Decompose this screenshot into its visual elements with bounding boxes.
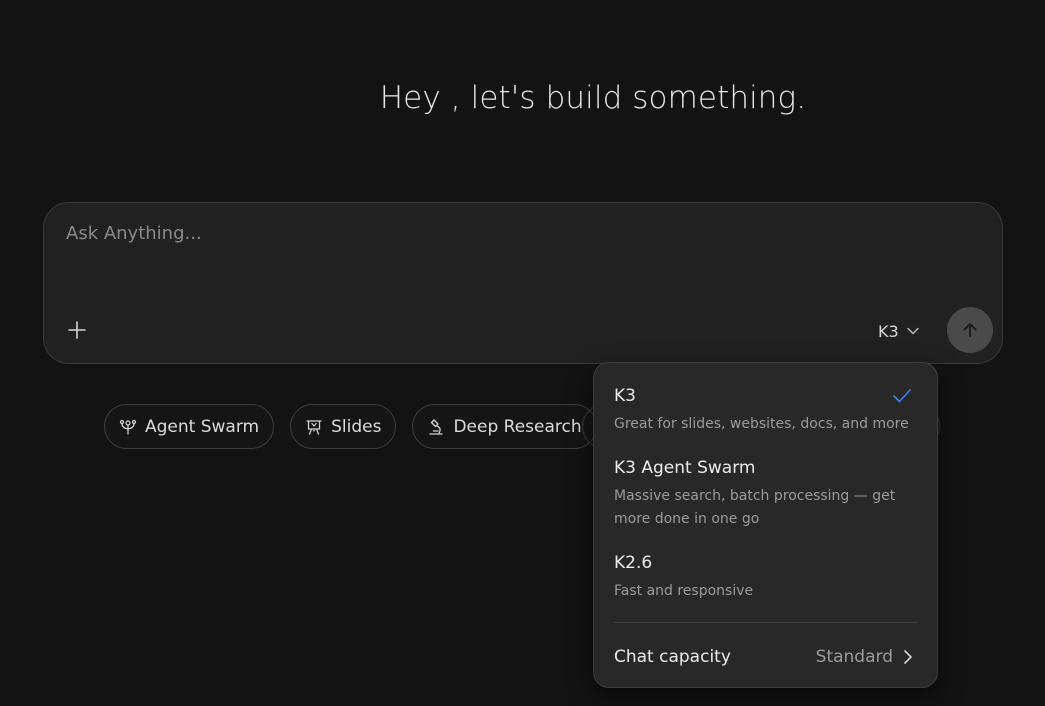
model-selector[interactable]: K3 [878, 317, 920, 345]
prompt-input[interactable] [66, 223, 766, 244]
chip-label: Slides [331, 416, 382, 437]
quick-actions: Agent Swarm Slides Deep Research [104, 404, 597, 449]
arrow-up-icon [963, 323, 977, 337]
model-option-description: Great for slides, websites, docs, and mo… [614, 416, 909, 432]
microscope-icon [429, 418, 444, 435]
model-option-name: K2.6 [614, 553, 653, 573]
model-menu: K3 Great for slides, websites, docs, and… [593, 362, 938, 688]
model-option-name: K3 Agent Swarm [614, 458, 756, 478]
model-option-description: Fast and responsive [614, 583, 754, 599]
send-button[interactable] [947, 307, 993, 353]
slides-icon [306, 419, 322, 435]
chat-composer: K3 [43, 202, 1003, 364]
model-option-k2-6[interactable]: K2.6 Fast and responsive [614, 552, 917, 603]
chevron-down-icon [906, 327, 919, 335]
chip-label: Deep Research [453, 416, 582, 437]
chip-deep-research[interactable]: Deep Research [412, 404, 597, 449]
agent-swarm-icon [119, 419, 137, 435]
menu-divider [614, 622, 917, 623]
chat-capacity-row[interactable]: Chat capacity Standard [614, 644, 913, 670]
model-option-k3[interactable]: K3 Great for slides, websites, docs, and… [614, 385, 917, 436]
model-selector-label: K3 [878, 321, 899, 341]
chip-agent-swarm[interactable]: Agent Swarm [104, 404, 275, 449]
model-option-k3-agent-swarm[interactable]: K3 Agent Swarm Massive search, batch pro… [614, 457, 897, 531]
greeting-title: Hey , let's build something. [379, 80, 807, 116]
chat-capacity-value: Standard [815, 647, 893, 667]
chat-capacity-label: Chat capacity [614, 647, 731, 667]
model-option-name: K3 [614, 386, 636, 406]
add-attachment-button[interactable] [62, 315, 92, 345]
chip-label: Agent Swarm [145, 416, 260, 437]
page: Hey , let's build something. K3 [0, 0, 1045, 706]
check-icon [893, 389, 911, 403]
model-option-description: Massive search, batch processing — get m… [614, 488, 896, 527]
chat-capacity-control: Standard [816, 647, 913, 667]
chevron-right-icon [904, 650, 912, 664]
plus-icon [68, 321, 86, 339]
chip-slides[interactable]: Slides [290, 404, 397, 449]
